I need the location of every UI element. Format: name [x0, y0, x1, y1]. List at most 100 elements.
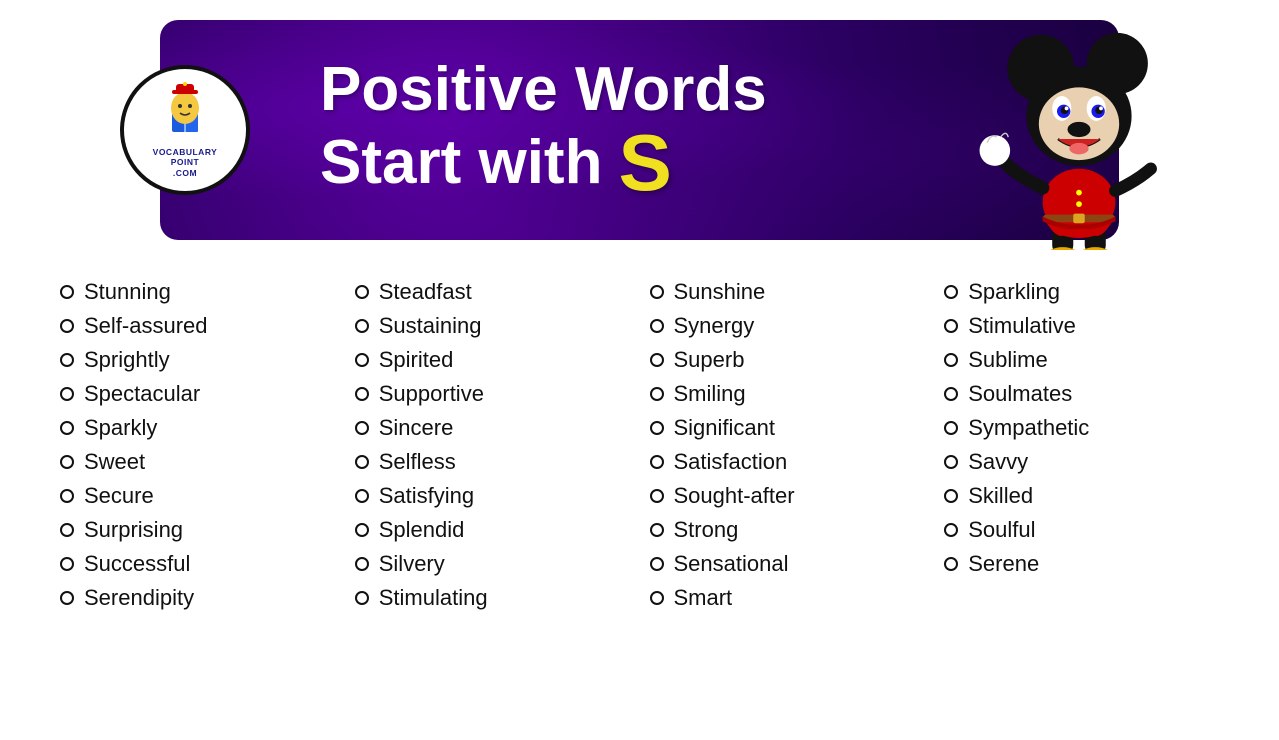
word-text: Soulmates [968, 381, 1072, 407]
logo-character-svg [150, 82, 220, 147]
word-item: Soulful [944, 513, 1229, 547]
word-text: Savvy [968, 449, 1028, 475]
bullet-icon [650, 387, 664, 401]
bullet-icon [355, 319, 369, 333]
word-text: Serene [968, 551, 1039, 577]
word-text: Skilled [968, 483, 1033, 509]
bullet-icon [944, 557, 958, 571]
bullet-icon [944, 285, 958, 299]
bullet-icon [944, 353, 958, 367]
word-item: Splendid [355, 513, 640, 547]
word-text: Spirited [379, 347, 454, 373]
bullet-icon [60, 523, 74, 537]
header-title-start-with: Start with [320, 130, 602, 195]
word-item: Serendipity [60, 581, 345, 615]
word-column-2: Steadfast Sustaining Spirited Supportive Sin… [355, 275, 640, 615]
word-text: Satisfaction [674, 449, 788, 475]
bullet-icon [355, 523, 369, 537]
bullet-icon [650, 455, 664, 469]
word-item: Superb [650, 343, 935, 377]
word-text: Significant [674, 415, 776, 441]
word-text: Sought-after [674, 483, 795, 509]
bullet-icon [650, 557, 664, 571]
mickey-svg [979, 30, 1179, 250]
word-text: Sublime [968, 347, 1047, 373]
word-text: Selfless [379, 449, 456, 475]
bullet-icon [60, 285, 74, 299]
word-text: Splendid [379, 517, 465, 543]
word-text: Sparkling [968, 279, 1060, 305]
word-item: Sparkling [944, 275, 1229, 309]
word-text: Satisfying [379, 483, 474, 509]
word-text: Sweet [84, 449, 145, 475]
header-letter-s: S [618, 123, 671, 203]
word-text: Smiling [674, 381, 746, 407]
word-item: Sunshine [650, 275, 935, 309]
word-item: Sought-after [650, 479, 935, 513]
word-text: Self-assured [84, 313, 208, 339]
word-column-4: SparklingStimulativeSublimeSoulmatesSymp… [944, 275, 1229, 615]
bullet-icon [944, 489, 958, 503]
bullet-icon [355, 421, 369, 435]
word-text: Stimulative [968, 313, 1076, 339]
bullet-icon [650, 523, 664, 537]
word-item: Savvy [944, 445, 1229, 479]
word-text: Serendipity [84, 585, 194, 611]
word-item: Strong [650, 513, 935, 547]
header-banner: VOCABULARY POINT .COM Positive Words Sta… [160, 20, 1119, 240]
word-text: Sunshine [674, 279, 766, 305]
header-title-line2: Start with S [320, 123, 767, 203]
word-text: Silvery [379, 551, 445, 577]
word-text: Sustaining [379, 313, 482, 339]
bullet-icon [60, 319, 74, 333]
bullet-icon [650, 489, 664, 503]
bullet-icon [60, 489, 74, 503]
word-item: Serene [944, 547, 1229, 581]
word-text: Steadfast [379, 279, 472, 305]
word-text: Soulful [968, 517, 1035, 543]
word-item: Secure [60, 479, 345, 513]
word-item: Spirited [355, 343, 640, 377]
header-text: Positive Words Start with S [320, 57, 767, 202]
word-item: Supportive [355, 377, 640, 411]
bullet-icon [944, 319, 958, 333]
bullet-icon [944, 421, 958, 435]
word-item: Silvery [355, 547, 640, 581]
logo-circle: VOCABULARY POINT .COM [120, 65, 250, 195]
word-text: Smart [674, 585, 733, 611]
word-item: Stimulative [944, 309, 1229, 343]
word-text: Sprightly [84, 347, 170, 373]
bullet-icon [650, 319, 664, 333]
word-text: Surprising [84, 517, 183, 543]
logo-text: VOCABULARY POINT .COM [153, 147, 218, 179]
bullet-icon [60, 387, 74, 401]
word-item: Satisfying [355, 479, 640, 513]
bullet-icon [650, 285, 664, 299]
word-item: Sprightly [60, 343, 345, 377]
bullet-icon [60, 353, 74, 367]
word-text: Successful [84, 551, 190, 577]
bullet-icon [60, 455, 74, 469]
bullet-icon [650, 421, 664, 435]
word-item: Self-assured [60, 309, 345, 343]
word-item: Stunning [60, 275, 345, 309]
word-text: Strong [674, 517, 739, 543]
word-item: Sincere [355, 411, 640, 445]
word-text: Supportive [379, 381, 484, 407]
bullet-icon [650, 591, 664, 605]
mickey-figure [979, 30, 1179, 250]
word-item: Spectacular [60, 377, 345, 411]
word-item: Skilled [944, 479, 1229, 513]
word-item: Selfless [355, 445, 640, 479]
word-item: Sparkly [60, 411, 345, 445]
word-item: Successful [60, 547, 345, 581]
word-item: Synergy [650, 309, 935, 343]
word-item: Significant [650, 411, 935, 445]
word-item: Sublime [944, 343, 1229, 377]
bullet-icon [60, 591, 74, 605]
word-item: Steadfast [355, 275, 640, 309]
word-text: Synergy [674, 313, 755, 339]
bullet-icon [60, 557, 74, 571]
bullet-icon [355, 353, 369, 367]
word-text: Superb [674, 347, 745, 373]
